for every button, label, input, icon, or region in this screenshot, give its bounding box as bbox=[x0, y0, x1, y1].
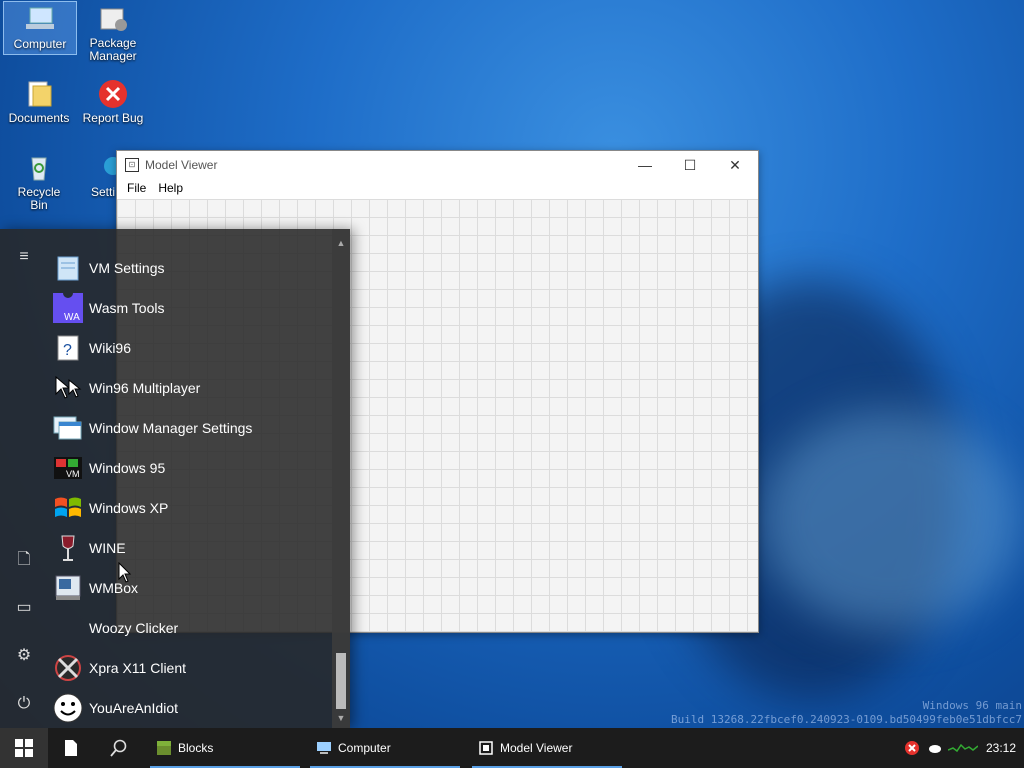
app-label: Woozy Clicker bbox=[89, 620, 179, 636]
vm-icon: VM bbox=[53, 453, 83, 483]
xp-flag-icon bbox=[53, 493, 83, 523]
model-viewer-icon bbox=[479, 741, 493, 755]
power-icon[interactable]: ⏻ bbox=[14, 694, 34, 714]
recycle-bin-icon bbox=[23, 152, 55, 184]
notepad-icon bbox=[53, 253, 83, 283]
windows-logo-icon bbox=[15, 739, 33, 757]
taskbar-item-label: Model Viewer bbox=[500, 741, 573, 755]
menu-file[interactable]: File bbox=[121, 179, 152, 199]
app-item[interactable]: Woozy Clicker bbox=[48, 608, 332, 648]
pictures-icon[interactable]: ▭ bbox=[14, 598, 34, 618]
build-watermark-line2: Build 13268.22fbcef0.240923-0109.bd50499… bbox=[671, 713, 1022, 726]
desktop-icon-label: Package Manager bbox=[89, 36, 137, 63]
desktop-icon-label: Recycle Bin bbox=[17, 185, 61, 212]
desktop-icon-report-bug[interactable]: Report Bug bbox=[77, 76, 149, 125]
clock[interactable]: 23:12 bbox=[986, 728, 1016, 768]
scroll-down-icon[interactable]: ▼ bbox=[332, 713, 350, 723]
app-icon: ⊡ bbox=[125, 158, 139, 172]
svg-text:VM: VM bbox=[66, 469, 80, 479]
desktop-icon-computer[interactable]: Computer bbox=[3, 1, 77, 55]
package-icon bbox=[97, 3, 129, 35]
taskbar-item-model-viewer[interactable]: Model Viewer bbox=[472, 728, 622, 768]
minimize-button[interactable]: — bbox=[622, 151, 668, 179]
app-label: Window Manager Settings bbox=[89, 420, 253, 436]
app-item[interactable]: WA Wasm Tools bbox=[48, 288, 332, 328]
quick-launch-document[interactable] bbox=[58, 728, 84, 768]
scroll-up-icon[interactable]: ▲ bbox=[332, 238, 350, 248]
start-menu: ≡ 🗋 ▭ ⚙ ⏻ VM Settings WA Wasm Tools ? Wi… bbox=[0, 229, 350, 728]
app-item[interactable]: Win96 Multiplayer bbox=[48, 368, 332, 408]
taskbar-item-blocks[interactable]: Blocks bbox=[150, 728, 300, 768]
app-item[interactable]: Windows XP bbox=[48, 488, 332, 528]
desktop-icon-label: Computer bbox=[13, 37, 67, 51]
taskbar-item-label: Computer bbox=[338, 741, 391, 755]
app-item[interactable]: WINE bbox=[48, 528, 332, 568]
document-icon bbox=[65, 740, 77, 756]
maximize-button[interactable]: ☐ bbox=[667, 151, 713, 179]
start-menu-rail: ≡ 🗋 ▭ ⚙ ⏻ bbox=[0, 229, 48, 728]
taskbar: Blocks Computer Model Viewer 23:12 bbox=[0, 728, 1024, 768]
app-label: Windows 95 bbox=[89, 460, 166, 476]
start-button[interactable] bbox=[0, 728, 48, 768]
app-label: WINE bbox=[89, 540, 126, 556]
svg-text:?: ? bbox=[63, 342, 72, 359]
desktop-icon-label: Report Bug bbox=[82, 111, 144, 125]
taskbar-item-computer[interactable]: Computer bbox=[310, 728, 460, 768]
app-item[interactable]: ? Wiki96 bbox=[48, 328, 332, 368]
gear-icon[interactable]: ⚙ bbox=[14, 646, 34, 666]
desktop-icon-package-manager[interactable]: Package Manager bbox=[77, 1, 149, 63]
desktop-icon-documents[interactable]: Documents bbox=[3, 76, 75, 125]
desktop-icon-recycle-bin[interactable]: Recycle Bin bbox=[3, 150, 75, 212]
build-watermark-line1: Windows 96 main bbox=[922, 699, 1022, 712]
search-button[interactable] bbox=[104, 728, 134, 768]
desktop-icon-label: Documents bbox=[8, 111, 70, 125]
folder-icon bbox=[23, 78, 55, 110]
wine-glass-icon bbox=[53, 533, 83, 563]
app-label: Win96 Multiplayer bbox=[89, 380, 201, 396]
app-label: Windows XP bbox=[89, 500, 169, 516]
app-item[interactable]: VM Settings bbox=[48, 248, 332, 288]
computer-icon bbox=[24, 4, 56, 36]
window-menubar: File Help bbox=[117, 179, 758, 199]
app-item[interactable]: Window Manager Settings bbox=[48, 408, 332, 448]
app-label: YouAreAnIdiot bbox=[89, 700, 178, 716]
xpra-icon bbox=[53, 653, 83, 683]
search-icon bbox=[110, 739, 127, 757]
hamburger-icon[interactable]: ≡ bbox=[14, 247, 34, 267]
error-icon[interactable] bbox=[904, 740, 920, 756]
computer-icon bbox=[317, 742, 331, 754]
start-menu-scrollbar[interactable]: ▲ ▼ bbox=[332, 229, 350, 728]
system-tray bbox=[904, 728, 978, 768]
window-titlebar[interactable]: ⊡ Model Viewer — ☐ ✕ bbox=[117, 151, 758, 179]
app-label: Wasm Tools bbox=[89, 300, 165, 316]
windows-stack-icon bbox=[53, 413, 83, 443]
app-item[interactable]: YouAreAnIdiot bbox=[48, 688, 332, 728]
network-activity-icon[interactable] bbox=[948, 742, 978, 754]
svg-text:WA: WA bbox=[64, 312, 80, 323]
close-button[interactable]: ✕ bbox=[712, 151, 758, 179]
wallpaper-light-shape bbox=[760, 410, 1020, 630]
mouse-cursor-icon bbox=[118, 562, 132, 583]
app-label: Xpra X11 Client bbox=[89, 660, 187, 676]
window-title: Model Viewer bbox=[145, 158, 218, 172]
app-label: VM Settings bbox=[89, 260, 165, 276]
app-list: VM Settings WA Wasm Tools ? Wiki96 Win96… bbox=[48, 229, 332, 728]
cursors-icon bbox=[53, 373, 83, 403]
app-item[interactable]: VM Windows 95 bbox=[48, 448, 332, 488]
cloud-icon[interactable] bbox=[928, 742, 942, 754]
blocks-icon bbox=[157, 741, 171, 755]
wasm-icon: WA bbox=[53, 293, 83, 323]
smiley-icon bbox=[53, 693, 83, 723]
help-icon: ? bbox=[53, 333, 83, 363]
app-item[interactable]: WMBox bbox=[48, 568, 332, 608]
error-icon bbox=[97, 78, 129, 110]
scrollbar-thumb[interactable] bbox=[336, 653, 346, 709]
app-item[interactable]: Xpra X11 Client bbox=[48, 648, 332, 688]
app-label: Wiki96 bbox=[89, 340, 132, 356]
menu-help[interactable]: Help bbox=[152, 179, 189, 199]
document-icon[interactable]: 🗋 bbox=[14, 550, 34, 570]
wmbox-icon bbox=[53, 573, 83, 603]
taskbar-item-label: Blocks bbox=[178, 741, 214, 755]
